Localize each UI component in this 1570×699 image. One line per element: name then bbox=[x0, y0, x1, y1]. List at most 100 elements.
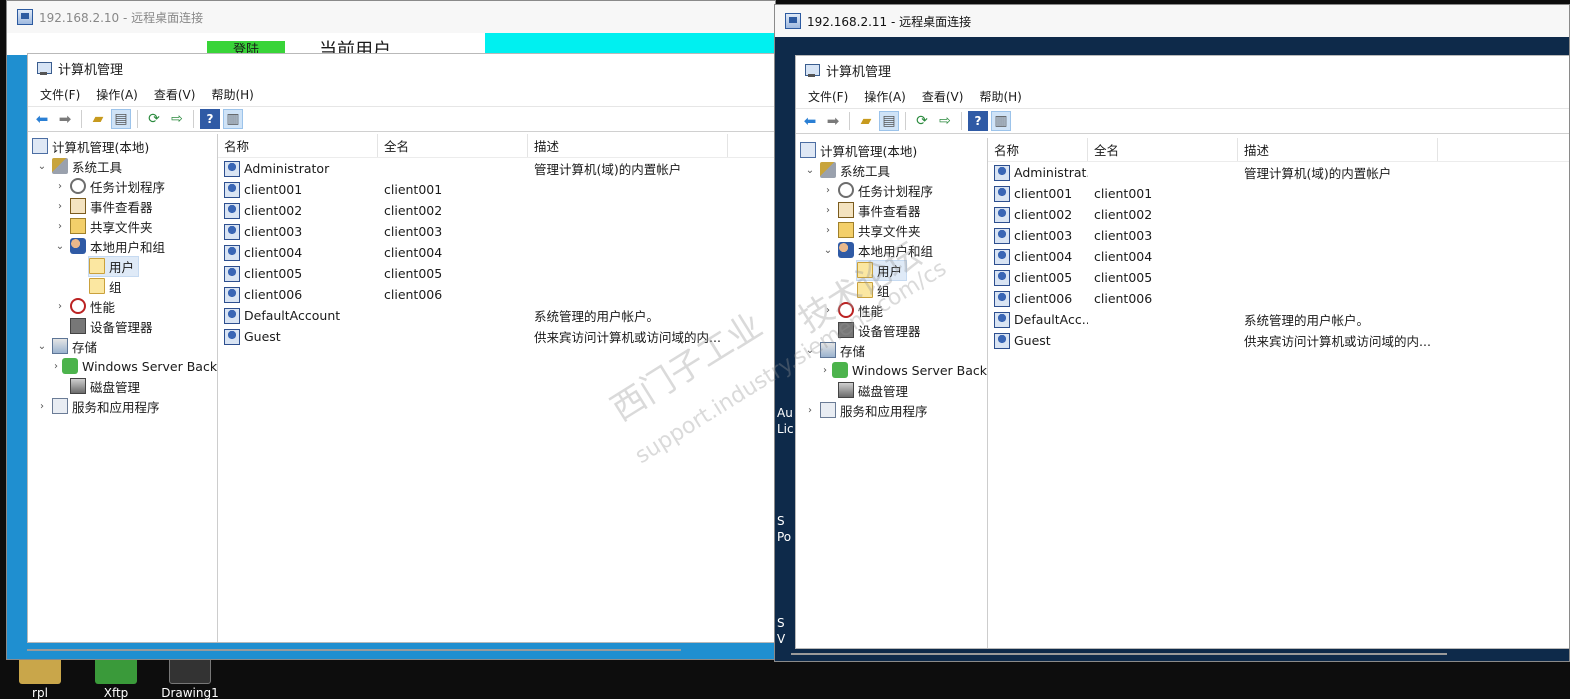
menu-action[interactable]: 操作(A) bbox=[88, 84, 146, 105]
mmc-titlebar[interactable]: 计算机管理 bbox=[28, 54, 775, 82]
forward-arrow-icon[interactable]: ➡ bbox=[55, 109, 75, 129]
up-folder-icon[interactable]: ▰ bbox=[856, 111, 876, 131]
table-row[interactable]: DefaultAcc... 系统管理的用户帐户。 bbox=[988, 309, 1569, 330]
menu-view[interactable]: 查看(V) bbox=[146, 84, 204, 105]
column-description[interactable]: 描述 bbox=[1238, 138, 1438, 161]
tree-item-services-apps[interactable]: › 服务和应用程序 bbox=[28, 396, 217, 416]
back-arrow-icon[interactable]: ⬅ bbox=[32, 109, 52, 129]
tree-item-storage[interactable]: ⌄ 存储 bbox=[28, 336, 217, 356]
menu-file[interactable]: 文件(F) bbox=[32, 84, 88, 105]
chevron-right-icon[interactable]: › bbox=[54, 221, 66, 232]
horizontal-scrollbar[interactable] bbox=[791, 653, 1447, 655]
tree-item-disk-management[interactable]: 磁盘管理 bbox=[28, 376, 217, 396]
table-row[interactable]: Administrator 管理计算机(域)的内置帐户 bbox=[218, 158, 775, 179]
tree-item-shared-folders[interactable]: › 共享文件夹 bbox=[796, 220, 987, 240]
show-hide-tree-icon[interactable]: ▤ bbox=[879, 111, 899, 131]
table-row[interactable]: DefaultAccount 系统管理的用户帐户。 bbox=[218, 305, 775, 326]
tree-item-local-users-groups[interactable]: ⌄ 本地用户和组 bbox=[28, 236, 217, 256]
chevron-right-icon[interactable]: › bbox=[54, 361, 58, 372]
computer-management-window[interactable]: 计算机管理 文件(F) 操作(A) 查看(V) 帮助(H) ⬅ ➡ ▰ ▤ ⟳ … bbox=[27, 53, 775, 643]
horizontal-scrollbar[interactable] bbox=[27, 649, 681, 651]
tree-item-performance[interactable]: › 性能 bbox=[28, 296, 217, 316]
column-description[interactable]: 描述 bbox=[528, 134, 728, 157]
table-row[interactable]: Administrat... 管理计算机(域)的内置帐户 bbox=[988, 162, 1569, 183]
chevron-right-icon[interactable]: › bbox=[804, 405, 816, 416]
tree-item-device-manager[interactable]: 设备管理器 bbox=[796, 320, 987, 340]
tree-item-performance[interactable]: › 性能 bbox=[796, 300, 987, 320]
chevron-right-icon[interactable]: › bbox=[36, 401, 48, 412]
table-row[interactable]: Guest 供来宾访问计算机或访问域的内... bbox=[218, 326, 775, 347]
tree-item-groups[interactable]: 组 bbox=[28, 276, 217, 296]
help-icon[interactable]: ? bbox=[200, 109, 220, 129]
column-name[interactable]: 名称 bbox=[218, 134, 378, 157]
rdp-window-right[interactable]: 192.168.2.11 - 远程桌面连接 Au Lic S Po S V 计算… bbox=[774, 4, 1570, 662]
chevron-right-icon[interactable]: › bbox=[822, 185, 834, 196]
table-row[interactable]: client005 client005 bbox=[988, 267, 1569, 288]
refresh-icon[interactable]: ⟳ bbox=[144, 109, 164, 129]
chevron-right-icon[interactable]: › bbox=[54, 181, 66, 192]
refresh-icon[interactable]: ⟳ bbox=[912, 111, 932, 131]
menu-help[interactable]: 帮助(H) bbox=[203, 84, 261, 105]
help-icon[interactable]: ? bbox=[968, 111, 988, 131]
column-fullname[interactable]: 全名 bbox=[378, 134, 528, 157]
tree-item-root[interactable]: 计算机管理(本地) bbox=[28, 136, 217, 156]
tree-item-groups[interactable]: 组 bbox=[796, 280, 987, 300]
menu-action[interactable]: 操作(A) bbox=[856, 86, 914, 107]
show-hide-tree-icon[interactable]: ▤ bbox=[111, 109, 131, 129]
mmc-titlebar[interactable]: 计算机管理 bbox=[796, 56, 1569, 84]
table-row[interactable]: client001 client001 bbox=[218, 179, 775, 200]
table-row[interactable]: client004 client004 bbox=[218, 242, 775, 263]
tree-item-windows-server-backup[interactable]: › Windows Server Back bbox=[796, 360, 987, 380]
show-action-pane-icon[interactable]: ▥ bbox=[991, 111, 1011, 131]
tree-item-services-apps[interactable]: › 服务和应用程序 bbox=[796, 400, 987, 420]
table-row[interactable]: client002 client002 bbox=[218, 200, 775, 221]
tree-item-event-viewer[interactable]: › 事件查看器 bbox=[796, 200, 987, 220]
chevron-right-icon[interactable]: › bbox=[822, 205, 834, 216]
tree-item-disk-management[interactable]: 磁盘管理 bbox=[796, 380, 987, 400]
table-row[interactable]: client005 client005 bbox=[218, 263, 775, 284]
table-row[interactable]: client004 client004 bbox=[988, 246, 1569, 267]
tree-item-windows-server-backup[interactable]: › Windows Server Back bbox=[28, 356, 217, 376]
table-row[interactable]: client003 client003 bbox=[218, 221, 775, 242]
table-row[interactable]: client003 client003 bbox=[988, 225, 1569, 246]
chevron-right-icon[interactable]: › bbox=[822, 305, 834, 316]
forward-arrow-icon[interactable]: ➡ bbox=[823, 111, 843, 131]
table-row[interactable]: client002 client002 bbox=[988, 204, 1569, 225]
rdp-titlebar[interactable]: 192.168.2.11 - 远程桌面连接 bbox=[775, 5, 1569, 37]
tree-item-event-viewer[interactable]: › 事件查看器 bbox=[28, 196, 217, 216]
up-folder-icon[interactable]: ▰ bbox=[88, 109, 108, 129]
column-fullname[interactable]: 全名 bbox=[1088, 138, 1238, 161]
chevron-down-icon[interactable]: ⌄ bbox=[822, 245, 834, 256]
column-name[interactable]: 名称 bbox=[988, 138, 1088, 161]
chevron-right-icon[interactable]: › bbox=[54, 301, 66, 312]
tree-item-system-tools[interactable]: ⌄ 系统工具 bbox=[28, 156, 217, 176]
tree-item-storage[interactable]: ⌄ 存储 bbox=[796, 340, 987, 360]
computer-management-window[interactable]: 计算机管理 文件(F) 操作(A) 查看(V) 帮助(H) ⬅ ➡ ▰ ▤ ⟳ … bbox=[795, 55, 1569, 649]
chevron-down-icon[interactable]: ⌄ bbox=[804, 345, 816, 356]
tree-item-device-manager[interactable]: 设备管理器 bbox=[28, 316, 217, 336]
tree-item-task-scheduler[interactable]: › 任务计划程序 bbox=[28, 176, 217, 196]
chevron-right-icon[interactable]: › bbox=[54, 201, 66, 212]
tree-item-root[interactable]: 计算机管理(本地) bbox=[796, 140, 987, 160]
menu-file[interactable]: 文件(F) bbox=[800, 86, 856, 107]
chevron-down-icon[interactable]: ⌄ bbox=[36, 341, 48, 352]
table-row[interactable]: Guest 供来宾访问计算机或访问域的内... bbox=[988, 330, 1569, 351]
chevron-down-icon[interactable]: ⌄ bbox=[804, 165, 816, 176]
rdp-titlebar[interactable]: 192.168.2.10 - 远程桌面连接 bbox=[7, 1, 775, 33]
menu-view[interactable]: 查看(V) bbox=[914, 86, 972, 107]
export-list-icon[interactable]: ⇨ bbox=[167, 109, 187, 129]
chevron-right-icon[interactable]: › bbox=[822, 365, 828, 376]
table-row[interactable]: client006 client006 bbox=[218, 284, 775, 305]
tree-item-shared-folders[interactable]: › 共享文件夹 bbox=[28, 216, 217, 236]
table-row[interactable]: client001 client001 bbox=[988, 183, 1569, 204]
export-list-icon[interactable]: ⇨ bbox=[935, 111, 955, 131]
tree-item-task-scheduler[interactable]: › 任务计划程序 bbox=[796, 180, 987, 200]
chevron-down-icon[interactable]: ⌄ bbox=[54, 241, 66, 252]
chevron-right-icon[interactable]: › bbox=[822, 225, 834, 236]
chevron-down-icon[interactable]: ⌄ bbox=[36, 161, 48, 172]
tree-item-local-users-groups[interactable]: ⌄ 本地用户和组 bbox=[796, 240, 987, 260]
table-row[interactable]: client006 client006 bbox=[988, 288, 1569, 309]
tree-item-system-tools[interactable]: ⌄ 系统工具 bbox=[796, 160, 987, 180]
menu-help[interactable]: 帮助(H) bbox=[971, 86, 1029, 107]
rdp-window-left[interactable]: 192.168.2.10 - 远程桌面连接 登陆 当前用户 计算机管理 文件(F… bbox=[6, 0, 776, 660]
